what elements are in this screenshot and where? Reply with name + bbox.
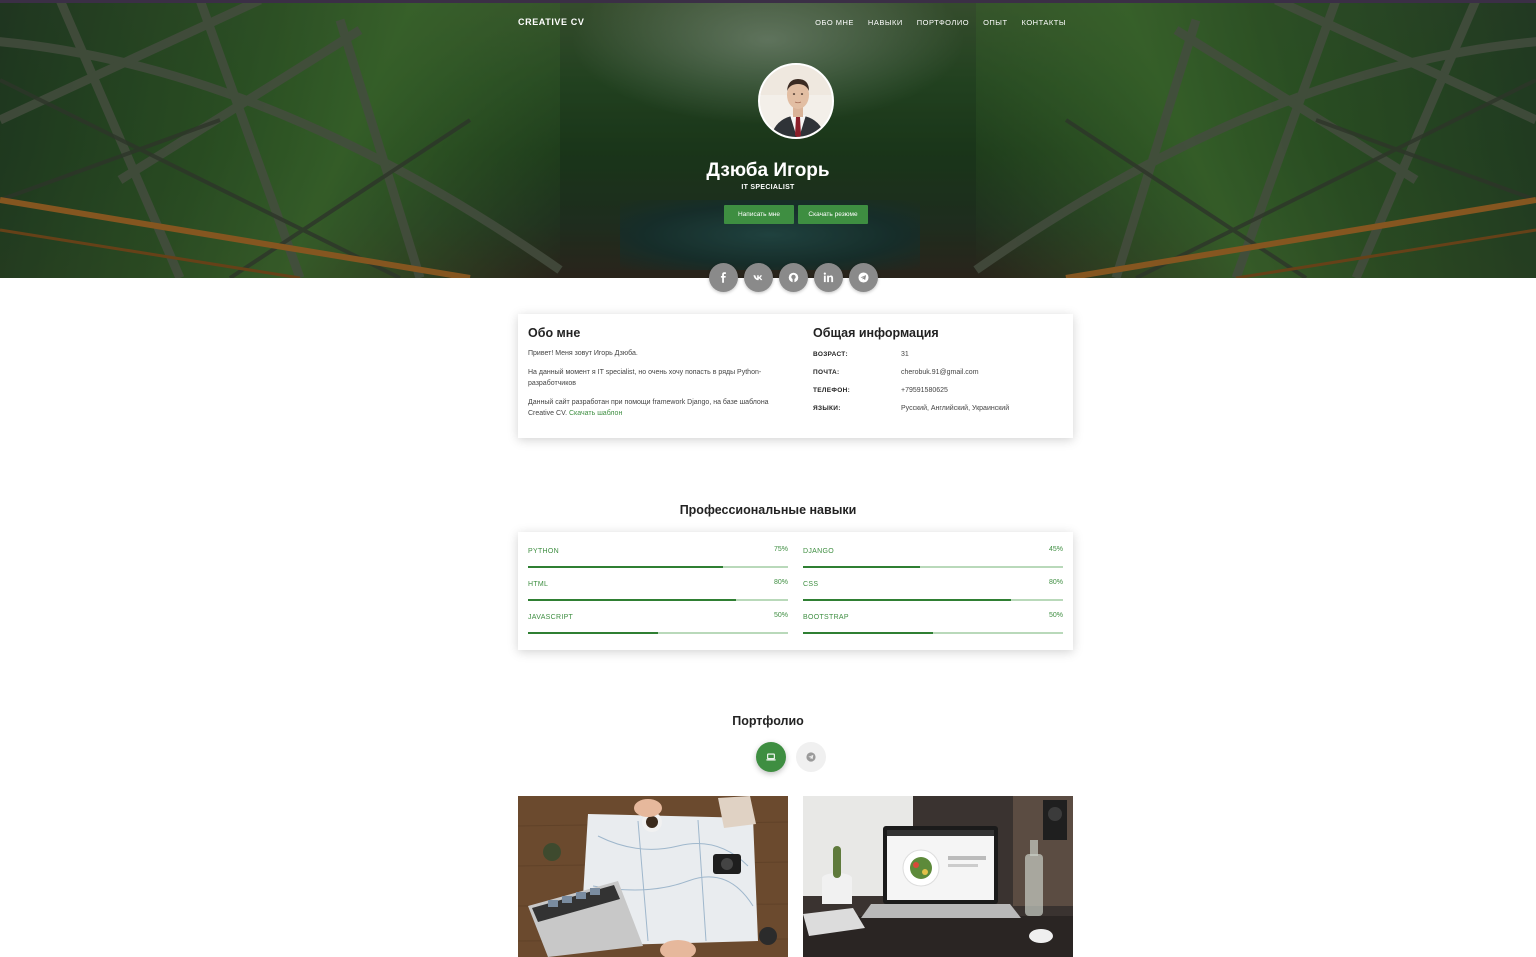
skill-python: PYTHON 75%	[528, 537, 788, 568]
vk-icon[interactable]	[744, 263, 773, 292]
hero-background	[0, 0, 1536, 278]
nav-item-contacts[interactable]: КОНТАКТЫ	[1022, 18, 1066, 27]
skill-bar	[803, 632, 1063, 634]
top-accent-line	[0, 0, 1536, 3]
skills-card: PYTHON 75% DJANGO 45% HTML 80% CSS 80% J…	[518, 532, 1073, 650]
download-resume-button[interactable]: Скачать резюме	[798, 205, 868, 224]
info-row-age: ВОЗРАСТ: 31	[813, 351, 909, 358]
portfolio-image-2	[803, 796, 1073, 957]
portfolio-item-laptop-desk[interactable]	[803, 796, 1073, 957]
nav-item-experience[interactable]: ОПЫТ	[983, 18, 1007, 27]
about-title: Обо мне	[528, 326, 581, 340]
contact-me-button[interactable]: Написать мне	[724, 205, 794, 224]
profile-name: Дзюба Игорь	[706, 160, 830, 181]
skill-bar	[803, 599, 1063, 601]
nav-item-portfolio[interactable]: ПОРТФОЛИО	[917, 18, 969, 27]
skill-bar	[803, 566, 1063, 568]
skill-django: DJANGO 45%	[803, 537, 1063, 568]
skill-javascript: JAVASCRIPT 50%	[528, 603, 788, 634]
facebook-icon[interactable]	[709, 263, 738, 292]
download-template-link[interactable]: Скачать шаблон	[569, 410, 622, 417]
portfolio-title: Портфолио	[732, 714, 804, 728]
portfolio-item-travel-map[interactable]	[518, 796, 788, 957]
about-card: Обо мне Привет! Меня зовут Игорь Дзюба. …	[518, 314, 1073, 438]
avatar	[758, 63, 834, 139]
about-paragraph-2: На данный момент я IT specialist, но оче…	[528, 369, 762, 387]
nav-menu: ОБО МНЕ НАВЫКИ ПОРТФОЛИО ОПЫТ КОНТАКТЫ	[815, 18, 1066, 27]
skill-html: HTML 80%	[528, 570, 788, 601]
info-row-languages: ЯЗЫКИ: Русский, Английский, Украинский	[813, 405, 1010, 412]
social-links	[709, 263, 878, 292]
github-icon[interactable]	[779, 263, 808, 292]
portfolio-tabs	[756, 742, 826, 772]
top-navigation: CREATIVE CV ОБО МНЕ НАВЫКИ ПОРТФОЛИО ОПЫ…	[0, 17, 1536, 31]
about-column: Обо мне Привет! Меня зовут Игорь Дзюба. …	[528, 326, 788, 419]
skill-bar	[528, 599, 788, 601]
general-info-title: Общая информация	[813, 326, 939, 340]
info-row-phone: ТЕЛЕФОН: +79591580625	[813, 387, 948, 394]
telegram-icon[interactable]	[849, 263, 878, 292]
linkedin-icon[interactable]	[814, 263, 843, 292]
skill-bar	[528, 632, 788, 634]
nav-item-skills[interactable]: НАВЫКИ	[868, 18, 903, 27]
nav-item-about[interactable]: ОБО МНЕ	[815, 18, 854, 27]
skills-title: Профессиональные навыки	[679, 503, 857, 517]
brand-logo[interactable]: CREATIVE CV	[518, 17, 584, 27]
skill-css: CSS 80%	[803, 570, 1063, 601]
hero-buttons: Написать мне Скачать резюме	[724, 205, 868, 224]
info-row-email: ПОЧТА: cherobuk.91@gmail.com	[813, 369, 979, 376]
about-paragraph-1: Привет! Меня зовут Игорь Дзюба.	[528, 350, 638, 357]
telegram-icon[interactable]	[796, 742, 826, 772]
laptop-icon[interactable]	[756, 742, 786, 772]
portfolio-image-1	[518, 796, 788, 957]
general-info-column: Общая информация ВОЗРАСТ: 31 ПОЧТА: cherob…	[813, 326, 1068, 416]
skill-bootstrap: BOOTSTRAP 50%	[803, 603, 1063, 634]
skill-bar	[528, 566, 788, 568]
about-paragraph-3: Данный сайт разработан при помощи framew…	[528, 399, 769, 417]
profile-role: IT SPECIALIST	[741, 184, 795, 191]
